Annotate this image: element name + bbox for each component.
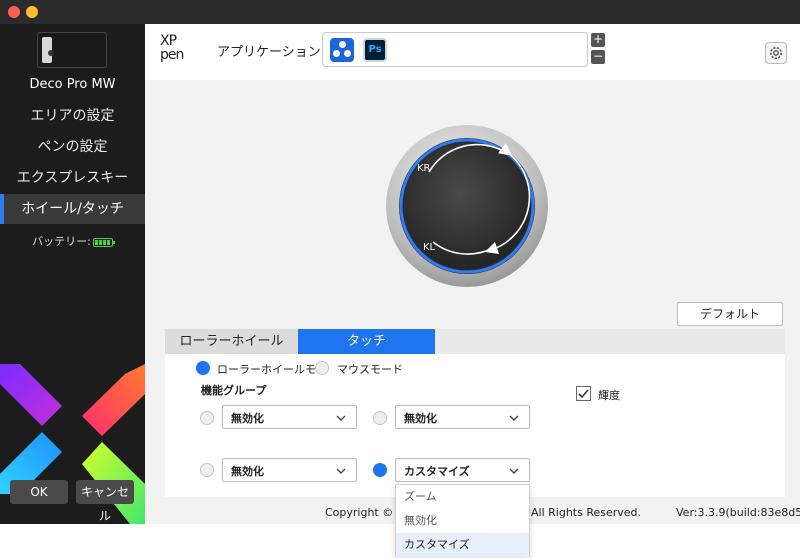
tab-strip-filler [435, 329, 785, 354]
touch-ring-dial: KR KL [386, 125, 548, 287]
gear-icon [770, 47, 782, 59]
brightness-label: 輝度 [598, 389, 620, 402]
roller-wheel-mode-label: ローラーホイールモー [217, 363, 327, 376]
application-list: Ps [322, 32, 588, 67]
dropdown-option-zoom[interactable]: ズーム [396, 485, 529, 509]
photoshop-icon[interactable]: Ps [363, 38, 387, 62]
group-4-select[interactable]: カスタマイズ [395, 458, 530, 482]
battery-icon [92, 237, 115, 247]
group-2-value: 無効化 [404, 412, 437, 425]
kl-label: KL [423, 242, 436, 253]
chevron-down-icon [336, 415, 346, 421]
group-2-select[interactable]: 無効化 [395, 405, 530, 429]
dropdown-option-customize[interactable]: カスタマイズ [396, 533, 529, 557]
group-3-radio[interactable] [200, 463, 214, 477]
title-bar [0, 0, 800, 24]
sidebar-item-area[interactable]: エリアの設定 [0, 101, 145, 131]
checkmark-icon [578, 389, 589, 399]
tab-touch[interactable]: タッチ [298, 329, 435, 354]
close-window-button[interactable] [8, 6, 20, 18]
default-button[interactable]: デフォルト [677, 302, 783, 326]
mouse-mode-label: マウスモード [337, 363, 403, 376]
function-dropdown-menu: ズーム 無効化 カスタマイズ [395, 484, 530, 557]
function-group-label: 機能グループ [201, 384, 267, 397]
settings-button[interactable] [765, 42, 787, 64]
group-4-radio[interactable] [373, 463, 387, 477]
device-name: Deco Pro MW [29, 77, 116, 92]
global-apps-icon[interactable] [330, 38, 354, 62]
battery-label: バッテリー: [32, 235, 91, 248]
kr-label: KR [417, 163, 431, 174]
group-3-select[interactable]: 無効化 [222, 458, 357, 482]
ok-button[interactable]: OK [10, 480, 68, 504]
add-application-button[interactable]: + [591, 33, 605, 47]
logo-top: XP [160, 33, 177, 49]
brightness-checkbox[interactable] [576, 386, 591, 401]
mouse-mode-radio[interactable] [315, 361, 329, 375]
dropdown-option-disable[interactable]: 無効化 [396, 509, 529, 533]
chevron-down-icon [336, 468, 346, 474]
application-label: アプリケーション: [217, 45, 326, 60]
group-1-value: 無効化 [231, 412, 264, 425]
roller-wheel-mode-radio[interactable] [196, 361, 210, 375]
sidebar-item-wheel-touch[interactable]: ホイール/タッチ [0, 194, 145, 224]
tab-roller-wheel[interactable]: ローラーホイール [165, 329, 298, 354]
chevron-down-icon [509, 468, 519, 474]
sidebar-item-pen[interactable]: ペンの設定 [0, 132, 145, 162]
group-4-value: カスタマイズ [404, 465, 470, 478]
version-text: Ver:3.3.9(build:83e8d5f) [676, 506, 800, 519]
group-2-radio[interactable] [373, 411, 387, 425]
minimize-window-button[interactable] [26, 6, 38, 18]
cancel-button[interactable]: キャンセル [76, 480, 134, 523]
tablet-image [37, 32, 107, 68]
group-1-select[interactable]: 無効化 [222, 405, 357, 429]
sidebar-item-express-keys[interactable]: エクスプレスキー [0, 163, 145, 193]
group-1-radio[interactable] [200, 411, 214, 425]
chevron-down-icon [509, 415, 519, 421]
remove-application-button[interactable]: − [591, 50, 605, 64]
group-3-value: 無効化 [231, 465, 264, 478]
logo-bottom: pen [160, 47, 184, 63]
sidebar: Deco Pro MW エリアの設定 ペンの設定 エクスプレスキー ホイール/タ… [0, 24, 145, 524]
copyright-rights: All Rights Reserved. [531, 506, 642, 519]
header: XP pen アプリケーション: Ps + − [145, 24, 800, 80]
xppen-logo: XP pen [160, 34, 192, 62]
battery-status: バッテリー: [0, 233, 145, 249]
app-window: Deco Pro MW エリアの設定 ペンの設定 エクスプレスキー ホイール/タ… [0, 0, 800, 524]
